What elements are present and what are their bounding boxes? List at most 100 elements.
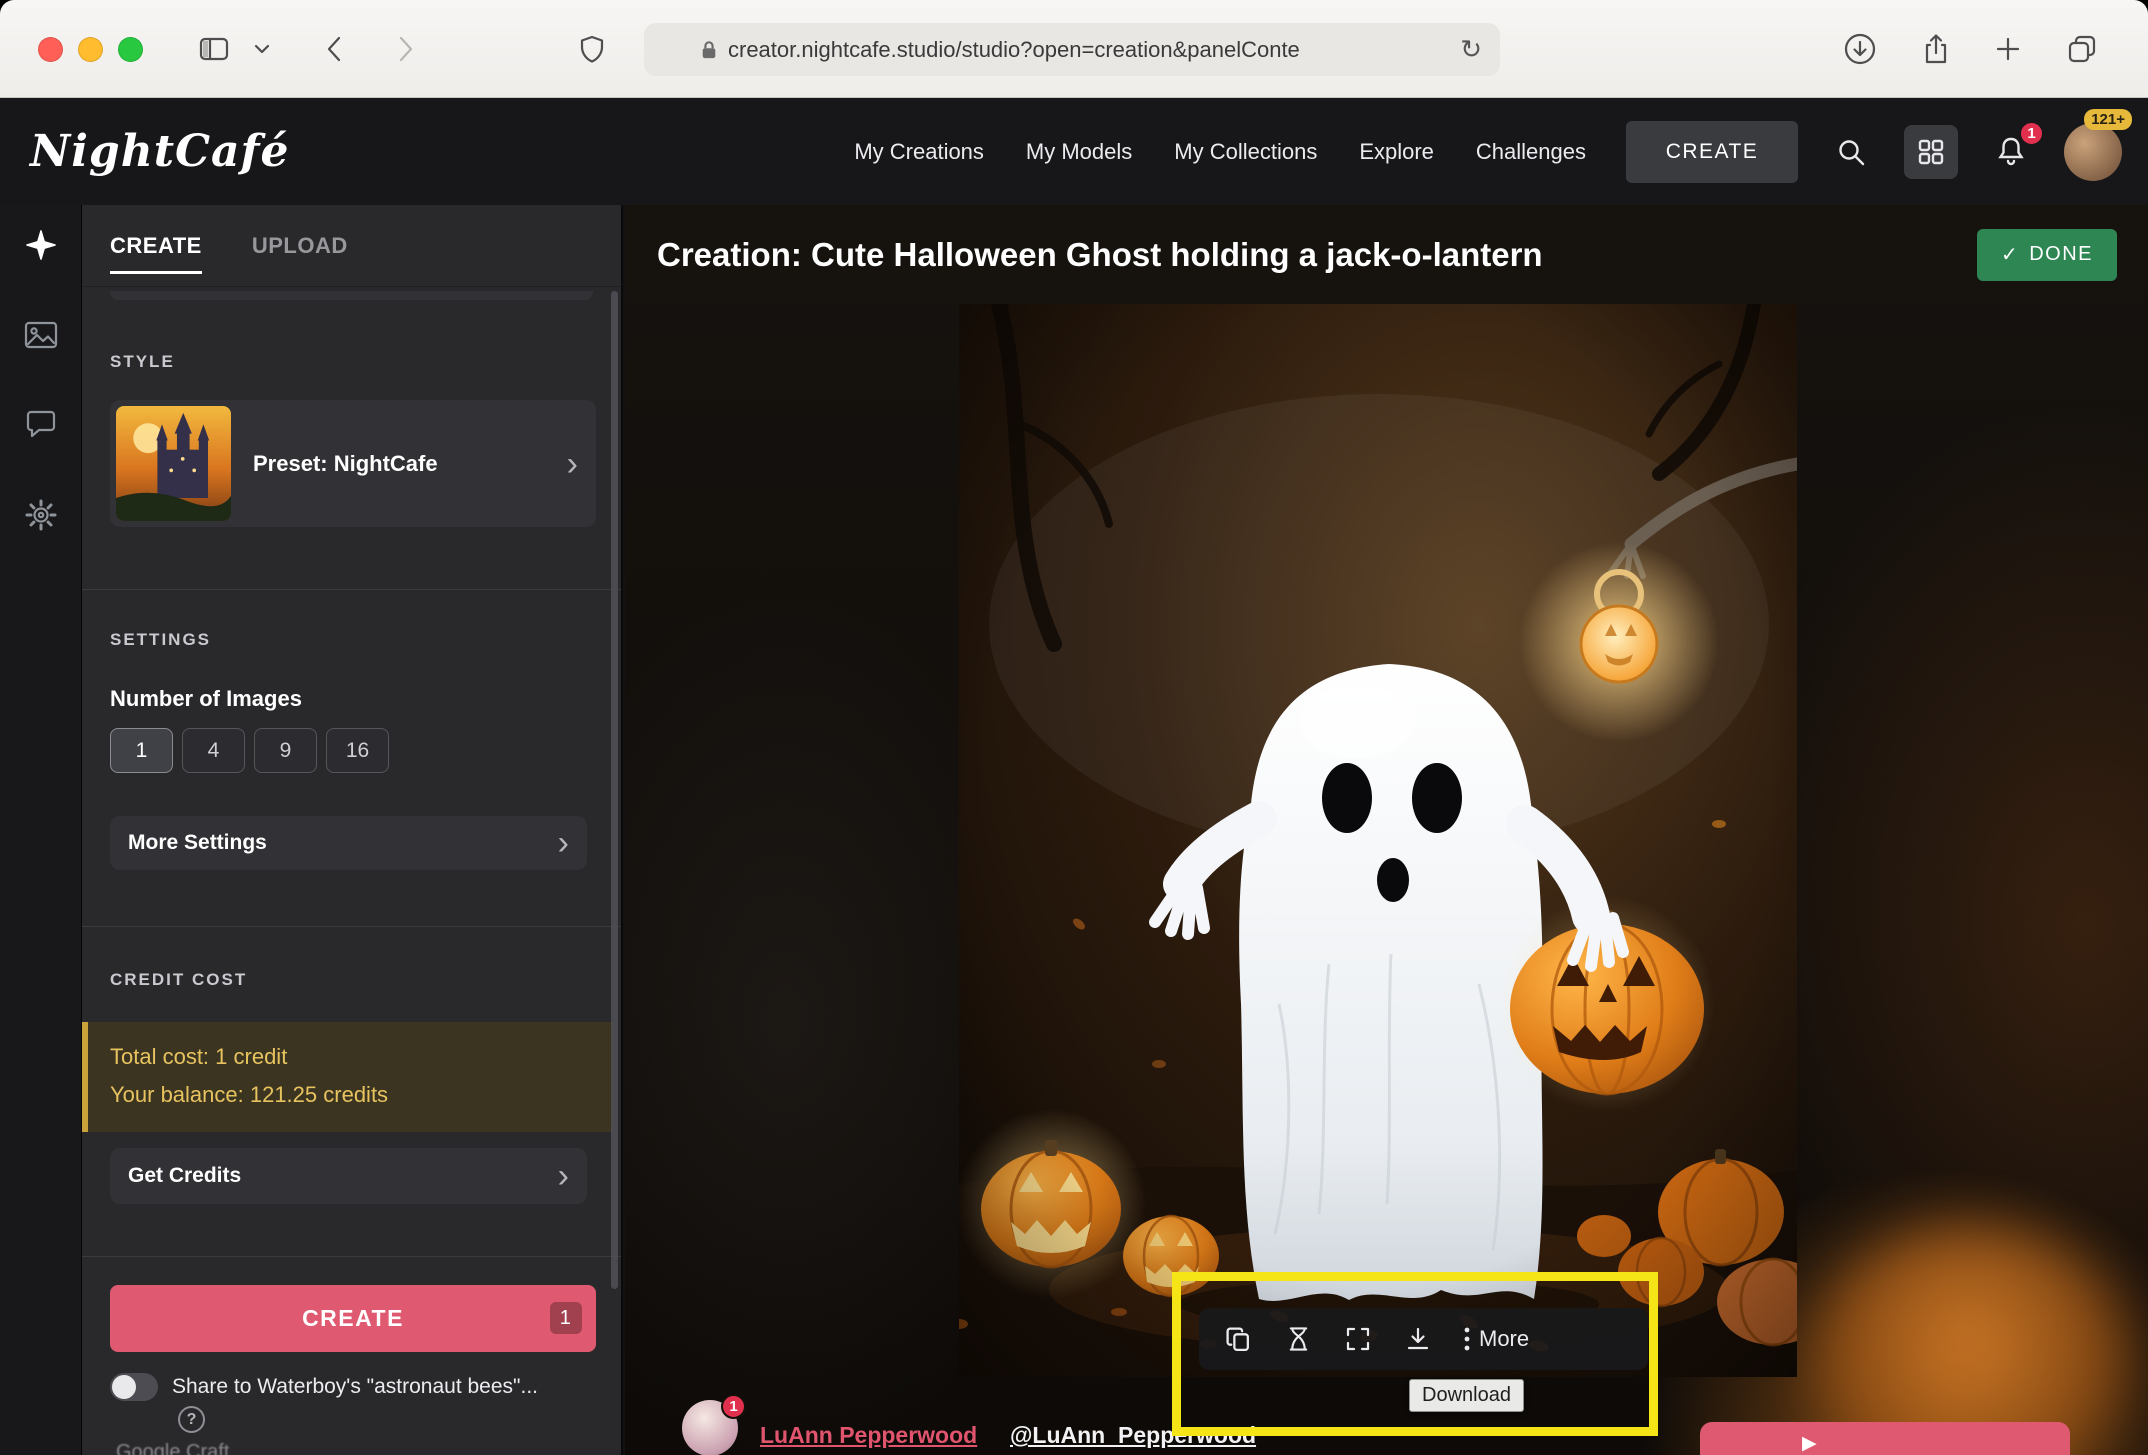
ambient-pumpkin-glow	[1810, 1225, 2130, 1455]
divider	[82, 1256, 621, 1257]
search-icon[interactable]	[1824, 125, 1878, 179]
credit-total-text: Total cost: 1 credit	[110, 1038, 614, 1076]
share-icon[interactable]	[1914, 28, 1958, 70]
more-label: More	[1479, 1326, 1529, 1352]
ai-brain-icon[interactable]	[19, 223, 63, 267]
create-panel: CREATE UPLOAD STYLE	[82, 205, 623, 1455]
notification-badge: 1	[2019, 121, 2044, 146]
header-create-button[interactable]: CREATE	[1626, 121, 1798, 183]
preset-label: Preset: NightCafe	[253, 451, 438, 477]
privacy-shield-icon[interactable]	[570, 28, 614, 70]
count-option-9[interactable]: 9	[254, 728, 317, 773]
sidebar-chevron-down-icon[interactable]	[248, 28, 276, 70]
more-settings-label: More Settings	[128, 831, 267, 855]
check-icon: ✓	[2001, 242, 2019, 267]
author-badge: 1	[721, 1394, 746, 1419]
nav-my-creations[interactable]: My Creations	[854, 139, 984, 165]
tab-upload[interactable]: UPLOAD	[252, 233, 348, 274]
address-bar[interactable]: creator.nightcafe.studio/studio?open=cre…	[644, 23, 1500, 76]
back-button[interactable]	[312, 28, 356, 70]
reload-icon[interactable]: ↻	[1460, 34, 1482, 65]
nav-my-models[interactable]: My Models	[1026, 139, 1132, 165]
tab-overview-icon[interactable]	[2060, 28, 2104, 70]
help-icon[interactable]: ?	[178, 1406, 205, 1433]
nav-explore[interactable]: Explore	[1359, 139, 1434, 165]
done-button[interactable]: ✓ DONE	[1977, 229, 2117, 281]
style-section-heading: STYLE	[110, 352, 175, 372]
gallery-image-icon[interactable]	[19, 313, 63, 357]
more-settings-button[interactable]: More Settings ›	[110, 816, 587, 870]
done-label: DONE	[2029, 243, 2093, 266]
window-controls	[38, 37, 143, 62]
forward-button[interactable]	[384, 28, 428, 70]
credit-cost-box: Total cost: 1 credit Your balance: 121.2…	[82, 1022, 614, 1132]
creation-view: Creation: Cute Halloween Ghost holding a…	[625, 205, 2148, 1455]
scrolled-card-edge	[110, 291, 593, 300]
credit-cost-heading: CREDIT COST	[110, 970, 247, 990]
credit-balance-text: Your balance: 121.25 credits	[110, 1076, 614, 1114]
main-nav: My Creations My Models My Collections Ex…	[854, 139, 1586, 165]
play-icon: ▶	[1802, 1432, 1817, 1455]
zoom-window-button[interactable]	[118, 37, 143, 62]
toggle-knob	[112, 1375, 136, 1399]
sidebar-toggle-icon[interactable]	[192, 28, 236, 70]
bottom-action-button[interactable]: ▶	[1700, 1422, 2070, 1455]
clipped-footer-text: Google Craft	[116, 1441, 229, 1455]
avatar-level-badge: 121+	[2084, 109, 2132, 130]
creation-title: Creation: Cute Halloween Ghost holding a…	[657, 236, 1543, 274]
chevron-right-icon: ›	[558, 826, 569, 860]
share-toggle-label: Share to Waterboy's "astronaut bees"...	[172, 1375, 538, 1399]
author-avatar[interactable]: 1	[682, 1400, 738, 1455]
tab-create[interactable]: CREATE	[110, 233, 202, 274]
nightcafe-logo[interactable]: NightCafé	[30, 126, 289, 177]
more-menu-button[interactable]: More	[1463, 1325, 1529, 1353]
user-avatar[interactable]: 121+	[2064, 123, 2122, 181]
image-count-options: 1 4 9 16	[110, 728, 389, 773]
download-icon[interactable]	[1403, 1324, 1433, 1354]
nav-my-collections[interactable]: My Collections	[1174, 139, 1317, 165]
chat-bubble-icon[interactable]	[19, 403, 63, 447]
download-tooltip: Download	[1409, 1379, 1524, 1412]
share-toggle-row: Share to Waterboy's "astronaut bees"...	[110, 1373, 538, 1401]
downloads-icon[interactable]	[1838, 28, 1882, 70]
create-button-label: CREATE	[302, 1305, 404, 1331]
new-tab-icon[interactable]	[1986, 28, 2030, 70]
divider	[82, 926, 621, 927]
author-name[interactable]: LuAnn Pepperwood	[760, 1422, 977, 1449]
lock-icon	[700, 40, 718, 60]
create-button[interactable]: CREATE 1	[110, 1285, 596, 1352]
chevron-right-icon: ›	[567, 447, 578, 481]
chevron-right-icon: ›	[558, 1159, 569, 1193]
image-toolbar: More	[1199, 1308, 1648, 1370]
close-window-button[interactable]	[38, 37, 63, 62]
fullscreen-icon[interactable]	[1343, 1324, 1373, 1354]
apps-grid-icon[interactable]	[1904, 125, 1958, 179]
panel-tabs: CREATE UPLOAD	[82, 205, 621, 287]
count-option-4[interactable]: 4	[182, 728, 245, 773]
count-option-16[interactable]: 16	[326, 728, 389, 773]
panel-scrollbar[interactable]	[611, 291, 618, 1289]
url-text: creator.nightcafe.studio/studio?open=cre…	[728, 37, 1300, 63]
count-option-1[interactable]: 1	[110, 728, 173, 773]
nav-challenges[interactable]: Challenges	[1476, 139, 1586, 165]
browser-chrome: creator.nightcafe.studio/studio?open=cre…	[0, 0, 2148, 98]
notifications-bell-icon[interactable]: 1	[1984, 125, 2038, 179]
get-credits-button[interactable]: Get Credits ›	[110, 1148, 587, 1204]
divider	[82, 589, 621, 590]
tool-rail	[0, 205, 82, 1455]
app-window: creator.nightcafe.studio/studio?open=cre…	[0, 0, 2148, 1455]
settings-gear-icon[interactable]	[19, 493, 63, 537]
hourglass-icon[interactable]	[1283, 1324, 1313, 1354]
number-of-images-label: Number of Images	[110, 686, 302, 712]
creation-image[interactable]	[959, 304, 1797, 1377]
avatar-image	[2064, 123, 2122, 181]
get-credits-label: Get Credits	[128, 1164, 241, 1188]
preset-thumbnail	[116, 406, 231, 521]
style-preset-card[interactable]: Preset: NightCafe ›	[110, 400, 596, 527]
author-handle[interactable]: @LuAnn_Pepperwood	[1010, 1422, 1256, 1449]
share-toggle[interactable]	[110, 1373, 158, 1401]
site-header: NightCafé My Creations My Models My Coll…	[0, 98, 2148, 205]
copy-icon[interactable]	[1223, 1324, 1253, 1354]
minimize-window-button[interactable]	[78, 37, 103, 62]
settings-section-heading: SETTINGS	[110, 630, 211, 650]
